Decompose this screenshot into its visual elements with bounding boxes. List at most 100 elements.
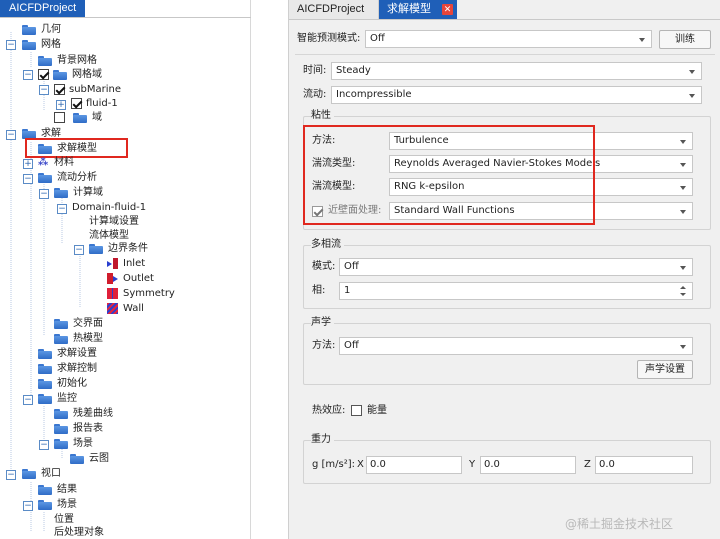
- tree-item-background-mesh[interactable]: 背景网格: [38, 53, 97, 68]
- tree-item-material[interactable]: ⁂ 材料: [38, 155, 74, 170]
- smart-prediction-select[interactable]: Off: [365, 30, 652, 48]
- tree-label: Outlet: [123, 273, 154, 284]
- tree-item-report-table[interactable]: 报告表: [54, 421, 103, 436]
- folder-icon: [38, 363, 52, 374]
- chevron-down-icon: [680, 210, 686, 214]
- folder-icon: [54, 318, 68, 329]
- close-icon[interactable]: ✕: [442, 4, 453, 15]
- gravity-y-input[interactable]: 0.0: [480, 456, 576, 474]
- collapse-icon[interactable]: −: [23, 501, 33, 511]
- collapse-icon[interactable]: −: [6, 470, 16, 480]
- folder-icon: [38, 348, 52, 359]
- time-select[interactable]: Steady: [331, 62, 702, 80]
- multiphase-mode-select[interactable]: Off: [339, 258, 693, 276]
- tree-item-compute-domain[interactable]: 计算域: [54, 185, 103, 200]
- tree-label: 网格域: [72, 69, 102, 80]
- collapse-icon[interactable]: −: [39, 189, 49, 199]
- collapse-icon[interactable]: −: [6, 130, 16, 140]
- fluid-checkbox[interactable]: [71, 98, 82, 109]
- folder-icon: [38, 484, 52, 495]
- folder-icon: [38, 172, 52, 183]
- folder-icon: [54, 408, 68, 419]
- tree-item-viewport-scene[interactable]: 场景: [38, 497, 77, 512]
- tree-item-geometry[interactable]: 几何: [22, 22, 61, 37]
- tree-item-wall[interactable]: Wall: [107, 301, 144, 316]
- tree-item-monitor[interactable]: 监控: [38, 391, 77, 406]
- gravity-title: 重力: [311, 433, 334, 447]
- folder-icon: [38, 55, 52, 66]
- tree-label: Symmetry: [123, 288, 175, 299]
- spin-down-icon[interactable]: [680, 293, 686, 296]
- tree-label: 初始化: [57, 378, 87, 389]
- gravity-z-input[interactable]: 0.0: [595, 456, 693, 474]
- thermal-effect-label: 热效应:: [312, 405, 346, 416]
- tree-item-mesh[interactable]: 网格: [22, 37, 61, 52]
- tree-label: 报告表: [73, 423, 103, 434]
- gravity-y-label: Y: [469, 459, 476, 470]
- tree-item-post-object[interactable]: 后处理对象: [54, 525, 104, 539]
- acoustics-method-label: 方法:: [312, 340, 336, 351]
- tree-item-residual-curve[interactable]: 残差曲线: [54, 406, 113, 421]
- spin-up-icon[interactable]: [680, 286, 686, 289]
- tree-item-viewport[interactable]: 视口: [22, 466, 61, 481]
- tree-label: subMarine: [69, 84, 122, 95]
- select-value: Steady: [336, 65, 371, 76]
- tree-label: 场景: [57, 499, 77, 510]
- phase-spinbox[interactable]: 1: [339, 282, 693, 300]
- folder-icon: [54, 187, 68, 198]
- collapse-icon[interactable]: −: [39, 440, 49, 450]
- tree-item-thermal-model[interactable]: 热模型: [54, 331, 103, 346]
- train-button[interactable]: 训练: [659, 30, 711, 49]
- tree-item-submarine[interactable]: subMarine: [54, 82, 121, 97]
- collapse-icon[interactable]: −: [57, 204, 67, 214]
- spinbox-value: 1: [344, 285, 351, 296]
- collapse-icon[interactable]: −: [23, 70, 33, 80]
- tree-item-inlet[interactable]: Inlet: [107, 256, 145, 271]
- tab-aicfd-project[interactable]: AICFDProject: [289, 0, 379, 19]
- select-value: Incompressible: [336, 89, 412, 100]
- collapse-icon[interactable]: −: [74, 245, 84, 255]
- tree-item-compute-domain-settings[interactable]: 计算域设置: [89, 214, 139, 229]
- tree-label: 几何: [41, 24, 61, 35]
- select-value: Off: [370, 33, 385, 44]
- tree-label: 域: [92, 112, 102, 123]
- collapse-icon[interactable]: −: [23, 395, 33, 405]
- tree-item-symmetry[interactable]: Symmetry: [107, 286, 175, 301]
- tree-item-fluid[interactable]: fluid-1: [71, 96, 118, 111]
- collapse-icon[interactable]: −: [6, 40, 16, 50]
- energy-checkbox[interactable]: [351, 405, 362, 416]
- tree-label: Wall: [123, 303, 144, 314]
- tree-item-interface[interactable]: 交界面: [54, 316, 103, 331]
- tree-item-mesh-domain[interactable]: 网格域: [38, 67, 102, 82]
- tree-item-outlet[interactable]: Outlet: [107, 271, 154, 286]
- solver-model-panel: AICFDProject 求解模型 ✕ 智能预测模式: Off 训练 时间: S…: [288, 0, 720, 539]
- collapse-icon[interactable]: −: [39, 85, 49, 95]
- flow-select[interactable]: Incompressible: [331, 86, 702, 104]
- tree-item-scene[interactable]: 场景: [54, 436, 93, 451]
- acoustics-method-select[interactable]: Off: [339, 337, 693, 355]
- domain-checkbox[interactable]: [54, 112, 65, 123]
- folder-icon: [22, 468, 36, 479]
- tree-item-contour[interactable]: 云图: [70, 451, 109, 466]
- tree-item-solve-settings[interactable]: 求解设置: [38, 346, 97, 361]
- tree-item-domain-fluid[interactable]: Domain-fluid-1: [72, 200, 146, 215]
- mesh-domain-checkbox[interactable]: [38, 69, 49, 80]
- chevron-down-icon: [689, 94, 695, 98]
- folder-icon: [54, 333, 68, 344]
- tree-item-solve-control[interactable]: 求解控制: [38, 361, 97, 376]
- time-label: 时间:: [303, 65, 327, 76]
- tree-item-result[interactable]: 结果: [38, 482, 77, 497]
- gravity-x-input[interactable]: 0.0: [366, 456, 462, 474]
- tab-label: 求解模型: [387, 3, 431, 15]
- tree-item-flow-analysis[interactable]: 流动分析: [38, 170, 97, 185]
- chevron-down-icon: [680, 163, 686, 167]
- tab-solver-model[interactable]: 求解模型 ✕: [379, 0, 457, 19]
- tree-item-domain[interactable]: 域: [54, 110, 102, 125]
- submarine-checkbox[interactable]: [54, 84, 65, 95]
- expand-icon[interactable]: +: [23, 159, 33, 169]
- tree-item-boundary-conditions[interactable]: 边界条件: [89, 241, 148, 256]
- expand-icon[interactable]: +: [56, 100, 66, 110]
- collapse-icon[interactable]: −: [23, 174, 33, 184]
- acoustics-settings-button[interactable]: 声学设置: [637, 360, 693, 379]
- tree-item-initialization[interactable]: 初始化: [38, 376, 87, 391]
